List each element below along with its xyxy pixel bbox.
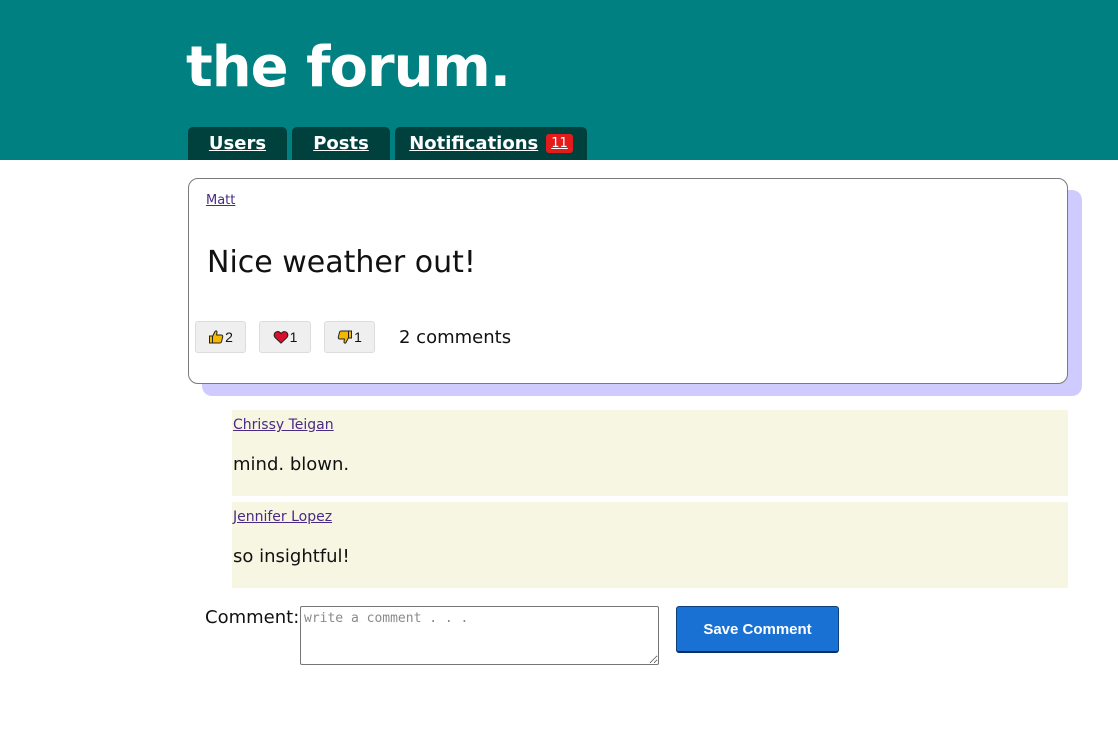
comment-label: Comment: [205,607,300,628]
like-button[interactable]: 2 [195,321,246,353]
comment-input[interactable] [300,606,659,665]
love-count: 1 [289,329,298,345]
thumbs-up-icon [209,330,224,344]
post-author-link[interactable]: Matt [206,193,235,208]
nav-tab-posts[interactable]: Posts [292,127,390,160]
post-card: Matt Nice weather out! 2 1 1 2 comments [188,178,1068,384]
save-comment-button[interactable]: Save Comment [676,606,839,653]
nav-tab-users-label: Users [208,133,267,154]
nav-tab-users[interactable]: Users [188,127,287,160]
comment-item: Jennifer Lopez so insightful! [232,502,1068,588]
main-nav: Users Posts Notifications 11 [188,127,587,160]
comments-count: 2 comments [399,326,512,348]
site-header: the forum. Users Posts Notifications 11 [0,0,1118,160]
love-button[interactable]: 1 [259,321,311,353]
reaction-bar: 2 1 1 2 comments [195,321,511,353]
thumbs-down-icon [337,330,353,344]
nav-tab-posts-label: Posts [313,133,369,154]
like-count: 2 [225,329,233,345]
dislike-button[interactable]: 1 [324,321,375,353]
site-title: the forum. [186,35,511,100]
comment-item: Chrissy Teigan mind. blown. [232,410,1068,496]
post-body: Nice weather out! [207,245,476,280]
dislike-count: 1 [354,329,362,345]
nav-tab-notifications-label: Notifications [409,133,539,154]
comment-author-link[interactable]: Jennifer Lopez [233,509,332,525]
comment-author-link[interactable]: Chrissy Teigan [233,417,334,433]
notification-count-badge: 11 [546,134,573,153]
heart-icon [273,331,288,344]
nav-tab-notifications[interactable]: Notifications 11 [395,127,587,160]
comment-text: so insightful! [233,546,350,567]
comment-text: mind. blown. [233,454,350,475]
